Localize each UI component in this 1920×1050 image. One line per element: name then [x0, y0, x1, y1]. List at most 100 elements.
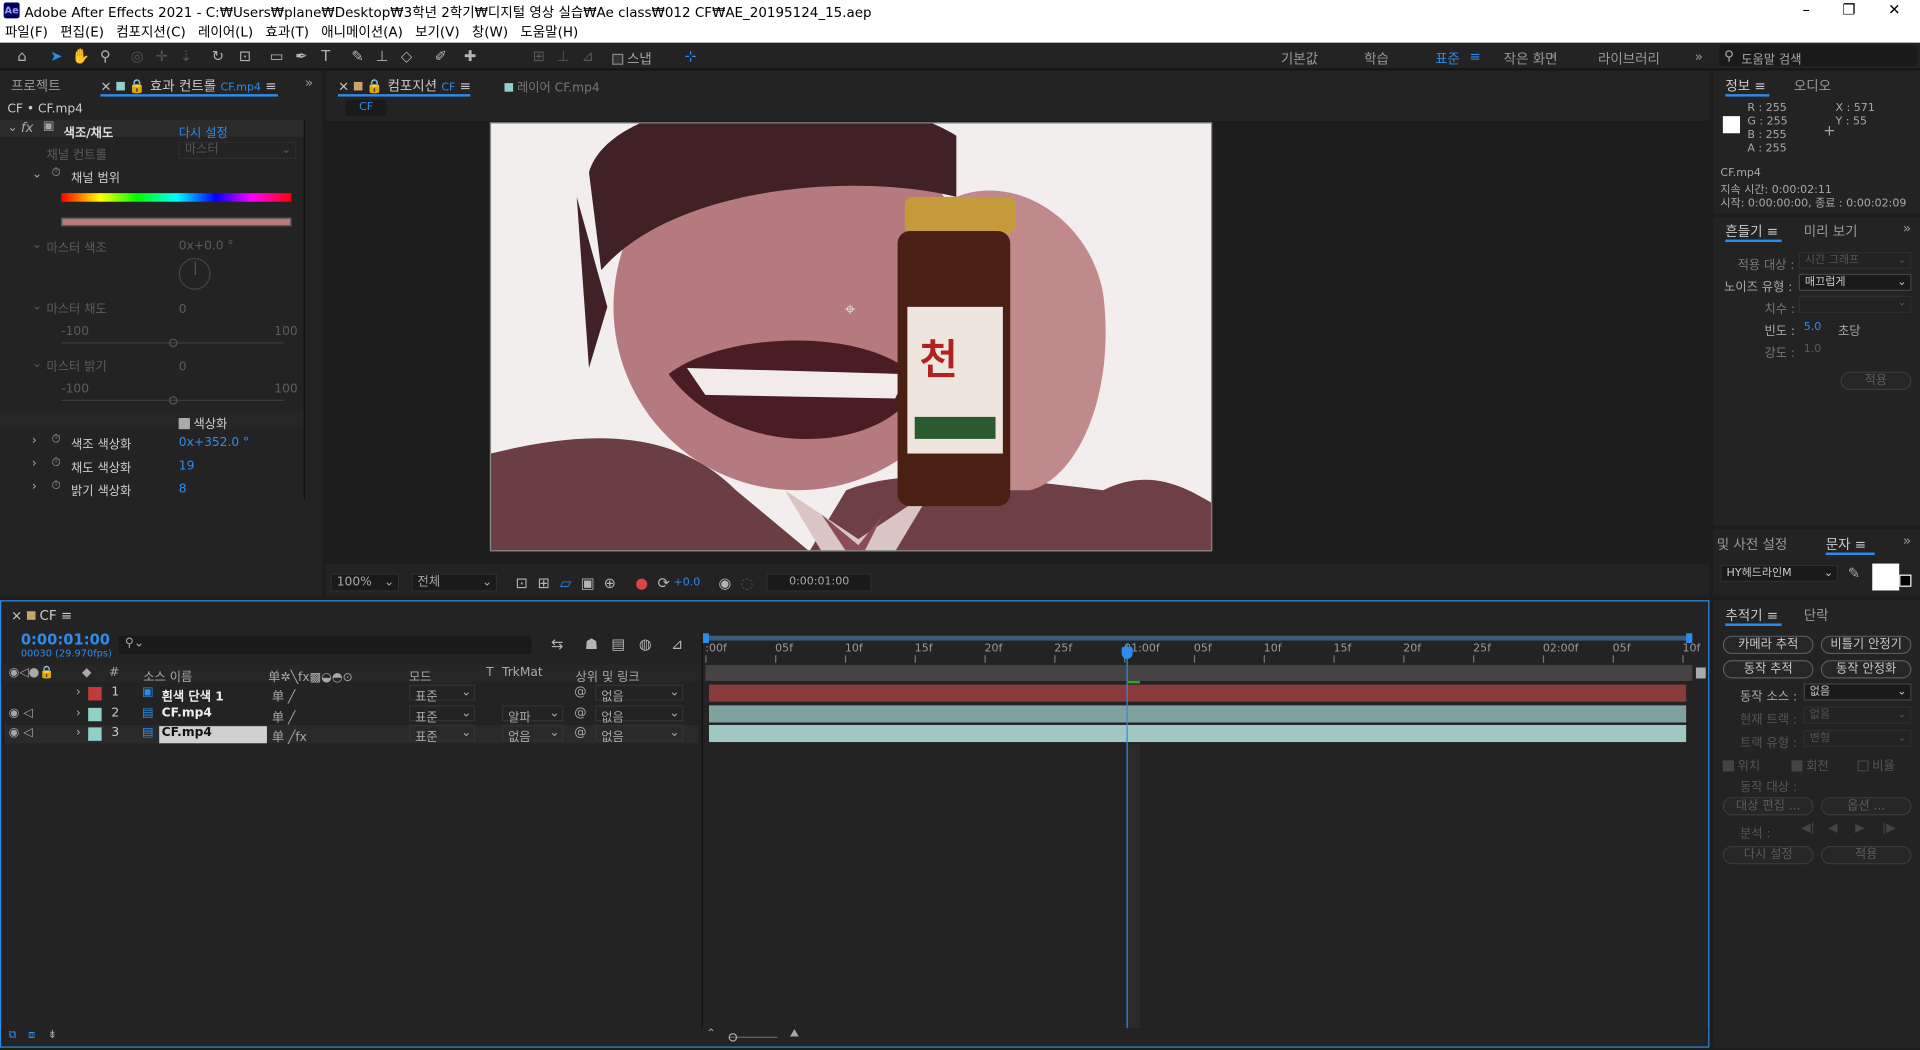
selection-tool-icon[interactable]: ➤ [47, 46, 67, 66]
workspace-libraries[interactable]: 라이브러리 [1598, 49, 1660, 69]
layer-search-input[interactable]: ⚲⌄ [118, 635, 532, 655]
panel-overflow-icon[interactable]: » [1903, 220, 1911, 236]
pick-whip-icon[interactable]: @ [574, 706, 586, 719]
shy-layers-icon[interactable]: ☗ [582, 634, 602, 654]
master-hue-value[interactable]: 0x+0.0 ° [179, 240, 234, 253]
trkmat-dropdown[interactable]: 없음 ⌄ [502, 724, 564, 745]
tab-tracker[interactable]: 추적기 ≡ [1725, 605, 1778, 625]
colorize-hue-value[interactable]: 0x+352.0 ° [179, 436, 249, 449]
rectangle-tool-icon[interactable]: ▭ [267, 46, 287, 66]
rotation-checkbox[interactable]: 회전 [1791, 756, 1829, 774]
master-light-expand-icon[interactable]: ⌄ [32, 357, 42, 370]
layer-row[interactable]: ◉ ◁ › 3 ▤ CF.mp4 单 ╱fx 표준 ⌄ 없음 ⌄ @ 없음 ⌄ [4, 724, 698, 745]
mask-visibility-icon[interactable]: ▱ [556, 573, 576, 593]
analyze-forward-1-icon[interactable]: |▶ [1882, 822, 1896, 835]
panel-overflow-icon[interactable]: » [1903, 533, 1911, 549]
warp-stabilizer-button[interactable]: 비틀기 안정기 [1820, 635, 1912, 655]
roto-brush-icon[interactable]: ✐ [431, 46, 451, 66]
channel-icon[interactable]: ● [632, 573, 652, 593]
viewer-timecode[interactable]: 0:00:01:00 [766, 573, 872, 592]
snap-options-icon[interactable]: ⊹ [681, 46, 701, 66]
analyze-forward-icon[interactable]: ▶ [1855, 822, 1864, 835]
zoom-tool-icon[interactable]: ⚲ [96, 46, 116, 66]
parent-header[interactable]: 상위 및 링크 [576, 666, 640, 684]
source-name-header[interactable]: 소스 이름 [143, 666, 192, 684]
master-light-value[interactable]: 0 [179, 361, 187, 374]
workspace-default[interactable]: 기본값 [1281, 49, 1318, 69]
brush-tool-icon[interactable]: ✎ [348, 46, 368, 66]
zoom-in-icon[interactable]: ⛰ [790, 1028, 799, 1040]
timing-toggle-icon[interactable]: ⇟ [48, 1029, 57, 1041]
font-family-dropdown[interactable]: HY헤드라인M ⌄ [1720, 564, 1838, 582]
track-motion-button[interactable]: 동작 추적 [1722, 660, 1814, 679]
master-sat-slider[interactable] [61, 338, 285, 348]
tracker-reset-button[interactable]: 다시 설정 [1722, 845, 1814, 865]
menu-item[interactable]: 컴포지션(C) [116, 22, 185, 43]
stabilize-motion-button[interactable]: 동작 안정화 [1820, 660, 1912, 679]
tab-effect-controls[interactable]: × 🔒 효과 컨트롤 CF.mp4 ≡ [100, 76, 276, 96]
tab-paragraph[interactable]: 단락 [1804, 605, 1829, 625]
layer-bounding-box[interactable] [489, 122, 1213, 552]
tab-project[interactable]: 프로젝트 [11, 76, 61, 96]
comp-breadcrumb[interactable]: CF [345, 100, 387, 117]
tab-layer[interactable]: 레이어 CF.mp4 [504, 77, 600, 95]
frame-blending-icon[interactable]: ▤ [609, 634, 629, 654]
pick-whip-icon[interactable]: @ [574, 726, 586, 739]
menu-item[interactable]: 레이어(L) [198, 22, 253, 43]
colorize-checkbox[interactable]: 색상화 [178, 413, 227, 432]
layer-switches[interactable]: 单 ╱ [272, 706, 296, 724]
help-search-input[interactable]: 도움말 검색 [1741, 49, 1801, 67]
layer-row[interactable]: › 1 ▣ 흰색 단색 1 单 ╱ 표준 ⌄ @ 없음 ⌄ [5, 684, 698, 704]
layer-row[interactable]: ◉ ◁ › 2 ▤ CF.mp4 单 ╱ 표준 ⌄ 알파 ⌄ @ 없음 ⌄ [5, 704, 698, 724]
audio-icon[interactable]: ◁ [23, 706, 32, 719]
camera-track-button[interactable]: 카메라 추적 [1722, 635, 1814, 655]
colorize-hue-expand-icon[interactable]: › [32, 434, 37, 447]
menu-item[interactable]: 보기(V) [415, 22, 460, 43]
expand-arrow-icon[interactable]: › [76, 726, 81, 739]
tab-effects-presets[interactable]: 및 사전 설정 [1717, 534, 1788, 554]
clone-stamp-icon[interactable]: ⊥ [372, 46, 392, 66]
stroke-color-swatch[interactable] [1899, 574, 1912, 587]
track-type-dropdown[interactable]: 변형 ⌄ [1803, 729, 1912, 747]
workspace-small-screen[interactable]: 작은 화면 [1504, 49, 1558, 69]
trkmat-header[interactable]: TrkMat [502, 666, 543, 679]
edit-target-button[interactable]: 대상 편집 ... [1722, 797, 1814, 816]
pan-behind-icon[interactable]: ⊡ [235, 46, 255, 66]
zoom-dropdown[interactable]: 100% ⌄ [330, 573, 400, 592]
scale-checkbox[interactable]: 비율 [1857, 756, 1895, 774]
master-sat-value[interactable]: 0 [179, 303, 187, 316]
colorize-light-value[interactable]: 8 [179, 483, 187, 496]
puppet-tool-icon[interactable]: ✚ [460, 46, 480, 66]
current-time-indicator[interactable] [1126, 643, 1128, 1030]
master-sat-expand-icon[interactable]: ⌄ [32, 300, 42, 313]
menu-item[interactable]: 창(W) [472, 22, 508, 43]
label-color[interactable] [88, 707, 102, 721]
tab-info[interactable]: 정보 ≡ [1725, 76, 1765, 96]
effect-reset-link[interactable]: 다시 설정 [179, 122, 228, 140]
master-hue-expand-icon[interactable]: ⌄ [32, 238, 42, 251]
tracker-apply-button[interactable]: 적용 [1820, 845, 1912, 865]
panel-overflow-icon[interactable]: » [305, 75, 313, 91]
stopwatch-icon[interactable]: ⏱ [51, 456, 61, 469]
parent-dropdown[interactable]: 없음 ⌄ [595, 684, 684, 704]
region-of-interest-icon[interactable]: ▣ [578, 573, 598, 593]
master-light-slider[interactable] [61, 396, 285, 405]
pick-whip-icon[interactable]: @ [574, 686, 586, 699]
work-area-end-handle[interactable] [1686, 633, 1693, 644]
axis-world-icon[interactable]: ⊿ [578, 46, 598, 66]
rotate-tool-icon[interactable]: ↻ [208, 46, 228, 66]
stopwatch-icon[interactable]: ⏱ [51, 166, 61, 179]
snapshot-icon[interactable]: ◉ [715, 573, 735, 593]
menu-item[interactable]: 도움말(H) [520, 22, 578, 43]
help-search[interactable]: ⚲ 도움말 검색 [1719, 45, 1918, 67]
layer-bar-3[interactable] [708, 724, 1687, 743]
wiggler-apply-button[interactable]: 적용 [1840, 371, 1912, 390]
layer-switches[interactable]: 单 ╱ [272, 686, 296, 704]
strength-value[interactable]: 1.0 [1804, 344, 1822, 356]
fast-preview-icon[interactable]: ⊡ [512, 573, 532, 593]
work-area-bar[interactable] [705, 635, 1693, 641]
exposure-reset-icon[interactable]: ⟳ [654, 573, 674, 593]
exposure-value[interactable]: +0.0 [673, 577, 700, 589]
pan-camera-icon[interactable]: ✛ [152, 46, 172, 66]
tab-character[interactable]: 문자 ≡ [1826, 534, 1866, 554]
